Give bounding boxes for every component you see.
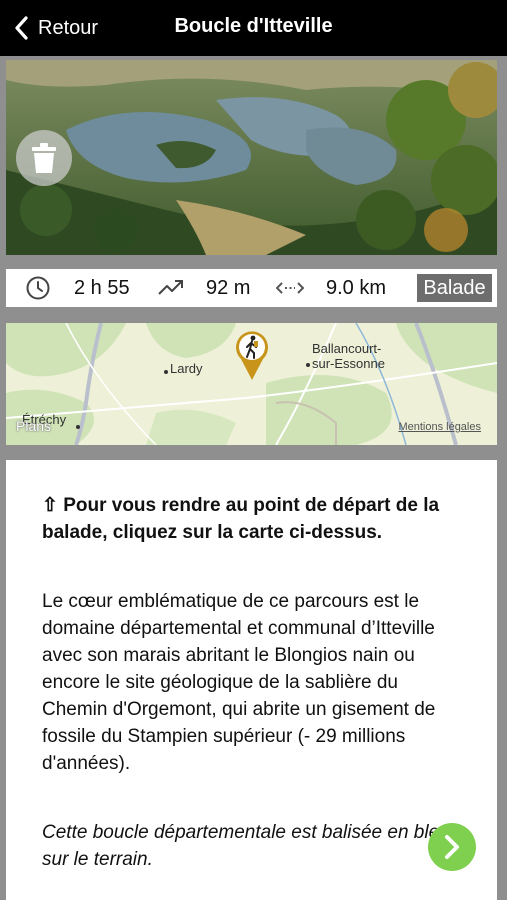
clock-icon [26,276,50,300]
navigation-bar: Retour Boucle d'Itteville [0,0,507,56]
elevation-value: 92 m [206,277,251,299]
chevron-left-icon [15,16,28,40]
difficulty-badge: Balade [417,274,492,302]
marking-note: Cette boucle départementale est balisée … [42,822,450,870]
delete-button[interactable] [16,130,72,186]
content-card: ⇧ Pour vous rendre au point de départ de… [6,460,497,900]
legal-link[interactable]: Mentions légales [398,421,481,433]
map-marker[interactable] [234,329,270,381]
trend-up-icon [158,278,184,298]
back-label: Retour [38,16,99,39]
trash-icon [32,143,56,173]
map-place-ballancourt: Ballancourt- sur-Essonne [312,341,385,371]
hero-photo [6,60,497,255]
next-button[interactable] [428,823,476,871]
distance-arrows-icon [276,280,304,296]
duration-value: 2 h 55 [74,277,130,299]
distance-value: 9.0 km [326,277,387,299]
directions-hint: ⇧ Pour vous rendre au point de départ de… [42,495,440,543]
route-map[interactable]: Lardy Ballancourt- sur-Essonne Étréchy P… [6,323,497,445]
hiker-icon [236,331,268,380]
route-stats: 2 h 55 92 m 9.0 km Balade [6,269,497,307]
map-place-lardy: Lardy [170,361,203,376]
back-button[interactable]: Retour [14,12,98,44]
route-description: Le cœur emblématique de ce parcours est … [42,591,436,774]
chevron-right-icon [445,835,459,859]
map-provider-logo: Plans [16,418,52,434]
